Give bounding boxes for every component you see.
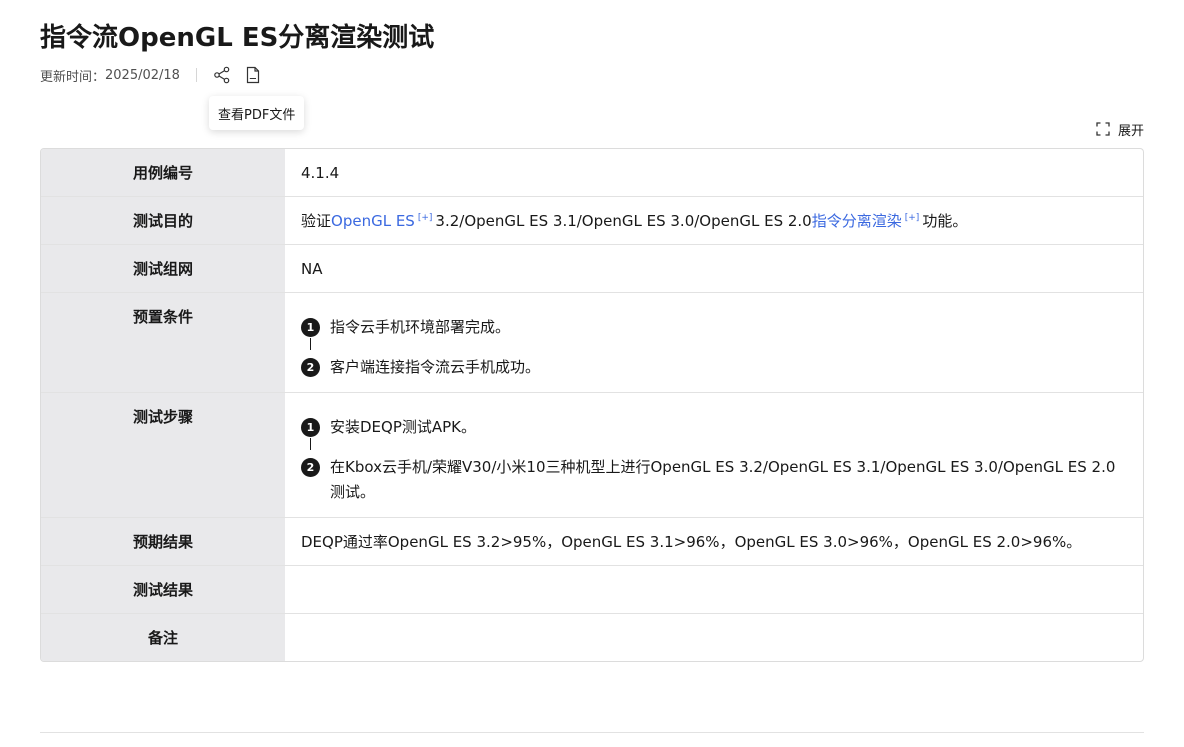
- list-item: 1 安装DEQP测试APK。: [301, 415, 1123, 450]
- row-label: 备注: [41, 613, 285, 661]
- split-render-link[interactable]: 指令分离渲染: [812, 212, 902, 230]
- row-label: 测试目的: [41, 196, 285, 245]
- expand-button[interactable]: 展开: [1095, 119, 1144, 139]
- row-value: [285, 613, 1143, 661]
- page-title: 指令流OpenGL ES分离渲染测试: [40, 23, 435, 53]
- row-value: 1 指令云手机环境部署完成。 2 客户端连接指令流云手机成功。: [285, 292, 1143, 393]
- expand-label: 展开: [1117, 123, 1144, 139]
- step-number: 2: [301, 358, 320, 377]
- share-button[interactable]: [211, 64, 233, 86]
- share-icon: [214, 66, 230, 84]
- step-text: 安装DEQP测试APK。: [330, 418, 477, 436]
- opengl-es-link[interactable]: OpenGL ES: [331, 212, 415, 230]
- table-row: 测试组网 NA: [41, 244, 1143, 293]
- test-case-table: 用例编号 4.1.4 测试目的 验证OpenGL ES [+] 3.2/OpenGL…: [40, 148, 1144, 662]
- row-label: 用例编号: [41, 149, 285, 197]
- table-row: 备注: [41, 613, 1143, 661]
- doc-meta: 更新时间： 2025/02/18: [40, 64, 273, 86]
- table-row: 测试步骤 1 安装DEQP测试APK。 2 在Kbox云手机/荣耀V30/小米1…: [41, 392, 1143, 518]
- row-label: 预期结果: [41, 517, 285, 566]
- row-value: DEQP通过率OpenGL ES 3.2>95%，OpenGL ES 3.1>9…: [285, 517, 1143, 566]
- row-label: 测试步骤: [41, 392, 285, 518]
- row-label: 测试结果: [41, 565, 285, 614]
- row-value: 验证OpenGL ES [+] 3.2/OpenGL ES 3.1/OpenGL E…: [285, 196, 1143, 245]
- purpose-suffix: 功能。: [922, 212, 968, 230]
- table-row: 测试结果: [41, 565, 1143, 614]
- row-value: [285, 565, 1143, 614]
- pdf-file-icon: [246, 66, 260, 84]
- updated-date: 2025/02/18: [105, 67, 180, 83]
- list-item: 1 指令云手机环境部署完成。: [301, 315, 1123, 350]
- purpose-versions: 3.2/OpenGL ES 3.1/OpenGL ES 3.0/OpenGL E…: [435, 212, 812, 230]
- step-text: 客户端连接指令流云手机成功。: [330, 358, 541, 376]
- external-link-icon: [+]: [417, 213, 433, 223]
- bottom-divider: [40, 732, 1144, 733]
- external-link-icon: [+]: [904, 213, 920, 223]
- list-item: 2 在Kbox云手机/荣耀V30/小米10三种机型上进行OpenGL ES 3.…: [301, 455, 1123, 505]
- table-row: 用例编号 4.1.4: [41, 149, 1143, 197]
- step-connector: [310, 438, 311, 450]
- purpose-prefix: 验证: [301, 212, 332, 230]
- expand-icon: [1095, 121, 1111, 137]
- row-value: 4.1.4: [301, 164, 340, 182]
- meta-divider: [195, 68, 197, 82]
- step-number: 1: [301, 318, 320, 337]
- pdf-button[interactable]: [242, 64, 264, 86]
- updated-label: 更新时间：: [40, 69, 106, 85]
- row-label: 预置条件: [41, 292, 285, 393]
- step-number: 1: [301, 418, 320, 437]
- step-number: 2: [301, 458, 320, 477]
- row-value: 1 安装DEQP测试APK。 2 在Kbox云手机/荣耀V30/小米10三种机型…: [285, 392, 1143, 518]
- list-item: 2 客户端连接指令流云手机成功。: [301, 355, 1123, 380]
- pdf-tooltip: 查看PDF文件: [209, 96, 305, 130]
- step-connector: [310, 338, 311, 350]
- row-label: 测试组网: [41, 244, 285, 293]
- step-text: 指令云手机环境部署完成。: [330, 318, 511, 336]
- table-row: 预期结果 DEQP通过率OpenGL ES 3.2>95%，OpenGL ES …: [41, 517, 1143, 566]
- step-text: 在Kbox云手机/荣耀V30/小米10三种机型上进行OpenGL ES 3.2/…: [330, 458, 1116, 501]
- doc-page: 指令流OpenGL ES分离渲染测试 更新时间： 2025/02/18 查看PD…: [0, 0, 1184, 747]
- table-row: 测试目的 验证OpenGL ES [+] 3.2/OpenGL ES 3.1/Ope…: [41, 196, 1143, 245]
- row-value: NA: [285, 244, 1143, 293]
- table-row: 预置条件 1 指令云手机环境部署完成。 2 客户端连接指令流云手机成功。: [41, 292, 1143, 393]
